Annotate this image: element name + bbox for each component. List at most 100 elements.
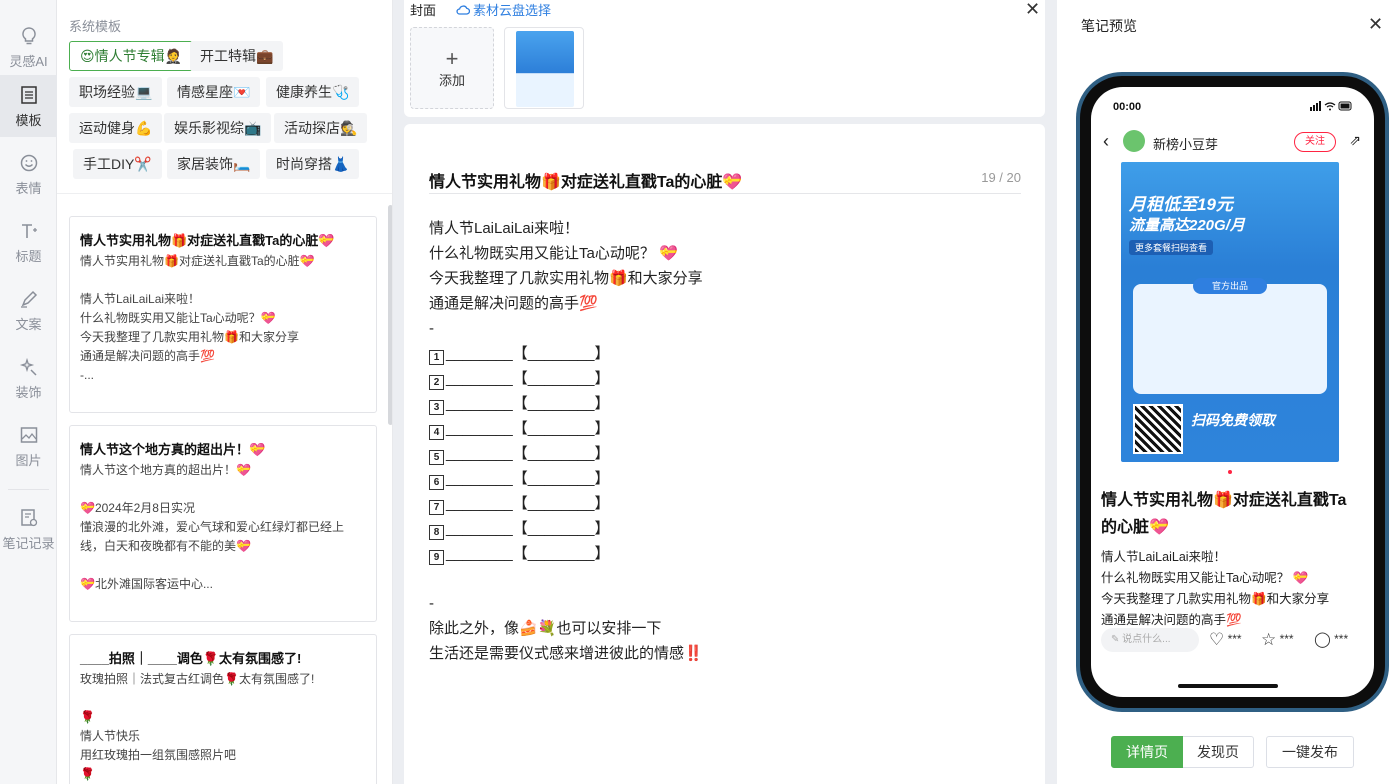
follow-button[interactable]: 关注 bbox=[1294, 132, 1336, 152]
body-line: 什么礼物既实用又能让Ta心动呢？ 💝 bbox=[429, 245, 678, 262]
card-line: -... bbox=[80, 368, 94, 382]
tab-discover-page[interactable]: 发现页 bbox=[1183, 736, 1254, 768]
nav-item-copywriting[interactable]: 文案 bbox=[0, 279, 57, 341]
username: 新榜小豆芽 bbox=[1153, 137, 1219, 152]
body-line bbox=[429, 566, 1021, 591]
tab-detail-page[interactable]: 详情页 bbox=[1111, 736, 1183, 768]
chip-health[interactable]: 健康养生🩺 bbox=[266, 77, 360, 107]
nav-item-decoration[interactable]: 装饰 bbox=[0, 347, 57, 409]
body-line: - bbox=[429, 595, 434, 612]
comment-count: *** bbox=[1334, 632, 1349, 646]
nav-label: 笔记记录 bbox=[2, 535, 55, 551]
list-item: 8 ________【________】 bbox=[429, 516, 1021, 541]
chip-shop-visit[interactable]: 活动探店🕵️ bbox=[274, 113, 368, 143]
signal-icon bbox=[1310, 101, 1352, 111]
interaction-bar: ✎ 说点什么... ♡ *** ☆ *** ◯ *** bbox=[1101, 628, 1363, 654]
list-item-text: ________【________】 bbox=[446, 495, 610, 512]
template-card[interactable]: ____拍照｜____调色🌹太有氛围感了! 玫瑰拍照｜法式复古红调色🌹太有氛围感… bbox=[69, 634, 377, 784]
note-title-input[interactable]: 情人节实用礼物🎁对症送礼直戳Ta的心脏💝 bbox=[429, 168, 742, 192]
phone-mockup: 00:00 ‹ 新榜小豆芽 关注 ⇗ 月租低至19元 流量高达220G/月 更多… bbox=[1076, 72, 1389, 712]
divider bbox=[57, 193, 392, 194]
card-line bbox=[80, 480, 366, 499]
number-keycap: 4 bbox=[429, 425, 444, 440]
list-item-text: ________【________】 bbox=[446, 370, 610, 387]
card-line bbox=[80, 556, 366, 575]
left-nav: 灵感AI 模板 表情 标题 文案 装饰 图片 笔记记录 bbox=[0, 0, 57, 784]
image-scan-text: 扫码免费领取 bbox=[1191, 412, 1275, 428]
share-icon[interactable]: ⇗ bbox=[1349, 132, 1361, 149]
title-divider bbox=[429, 193, 1021, 194]
cover-thumbnail[interactable] bbox=[504, 27, 584, 109]
carousel-dot bbox=[1228, 470, 1232, 474]
nav-label: 标题 bbox=[15, 248, 42, 264]
cloud-drive-link[interactable]: 素材云盘选择 bbox=[456, 0, 551, 19]
collect-button[interactable]: ☆ *** bbox=[1261, 630, 1294, 650]
cloud-link-label: 素材云盘选择 bbox=[473, 3, 552, 18]
image-button-text: 更多套餐扫码查看 bbox=[1129, 240, 1214, 255]
nav-item-note-record[interactable]: 笔记记录 bbox=[0, 498, 57, 560]
number-keycap: 3 bbox=[429, 400, 444, 415]
template-panel: 系统模板 😍情人节专辑🤵 开工特辑💼 职场经验💻 情感星座💌 健康养生🩺 运动健… bbox=[57, 0, 393, 784]
note-body-editor[interactable]: 情人节LaiLaiLai来啦！ 什么礼物既实用又能让Ta心动呢？ 💝 今天我整理… bbox=[429, 216, 1021, 666]
back-arrow-icon[interactable]: ‹ bbox=[1103, 131, 1109, 152]
chip-fashion[interactable]: 时尚穿搭👗 bbox=[266, 149, 360, 179]
status-icons bbox=[1310, 101, 1354, 113]
nav-item-emoji[interactable]: 表情 bbox=[0, 143, 57, 205]
scrollbar[interactable] bbox=[388, 205, 392, 425]
nav-item-title[interactable]: 标题 bbox=[0, 211, 57, 273]
card-line: 情人节LaiLaiLai来啦！ bbox=[80, 292, 201, 306]
nav-item-image[interactable]: 图片 bbox=[0, 415, 57, 477]
note-preview-panel: 笔记预览 ✕ 00:00 ‹ 新榜小豆芽 关注 ⇗ 月租低至19元 流量高达22… bbox=[1057, 0, 1393, 784]
nav-label: 文案 bbox=[15, 316, 42, 332]
image-headline: 月租低至19元 bbox=[1129, 195, 1233, 214]
template-card[interactable]: 情人节实用礼物🎁对症送礼直戳Ta的心脏💝 情人节实用礼物🎁对症送礼直戳Ta的心脏… bbox=[69, 216, 377, 413]
chip-emotion-zodiac[interactable]: 情感星座💌 bbox=[167, 77, 261, 107]
card-line: 通通是解决问题的高手💯 bbox=[80, 349, 215, 363]
card-title: 情人节这个地方真的超出片！💝 bbox=[80, 442, 266, 457]
card-line: 用红玫瑰拍一组氛围感照片吧 bbox=[80, 748, 237, 762]
add-label: 添加 bbox=[438, 72, 465, 88]
chip-diy[interactable]: 手工DIY✂️ bbox=[73, 149, 162, 179]
number-keycap: 9 bbox=[429, 550, 444, 565]
chip-entertainment[interactable]: 娱乐影视综📺 bbox=[164, 113, 272, 143]
list-item: 2 ________【________】 bbox=[429, 366, 1021, 391]
list-item: 3 ________【________】 bbox=[429, 391, 1021, 416]
note-editor: 情人节实用礼物🎁对症送礼直戳Ta的心脏💝 19 / 20 情人节LaiLaiLa… bbox=[404, 124, 1045, 784]
image-headline: 流量高达220G/月 bbox=[1129, 217, 1245, 234]
comment-input[interactable]: ✎ 说点什么... bbox=[1101, 628, 1199, 652]
nav-item-template[interactable]: 模板 bbox=[0, 75, 57, 137]
template-icon bbox=[20, 85, 37, 104]
card-line: 什么礼物既实用又能让Ta心动呢？💝 bbox=[80, 311, 276, 325]
like-button[interactable]: ♡ *** bbox=[1209, 630, 1242, 650]
cover-thumbnail-image bbox=[516, 31, 574, 107]
preview-tabs: 详情页 发现页 bbox=[1111, 736, 1254, 768]
card-line bbox=[80, 689, 366, 708]
number-keycap: 6 bbox=[429, 475, 444, 490]
list-item-text: ________【________】 bbox=[446, 470, 610, 487]
close-icon[interactable]: ✕ bbox=[1025, 0, 1040, 18]
qr-code bbox=[1133, 404, 1183, 454]
chip-fitness[interactable]: 运动健身💪 bbox=[69, 113, 163, 143]
phone-screen: 00:00 ‹ 新榜小豆芽 关注 ⇗ 月租低至19元 流量高达220G/月 更多… bbox=[1091, 87, 1374, 697]
chip-work-start[interactable]: 开工特辑💼 bbox=[190, 41, 284, 71]
comment-button[interactable]: ◯ *** bbox=[1314, 630, 1348, 648]
nav-item-inspiration-ai[interactable]: 灵感AI bbox=[0, 16, 57, 78]
collect-count: *** bbox=[1279, 632, 1294, 646]
card-line bbox=[80, 271, 366, 290]
body-line: 今天我整理了几款实用礼物🎁和大家分享 bbox=[429, 270, 703, 287]
home-indicator bbox=[1178, 684, 1278, 688]
one-click-publish-button[interactable]: 一键发布 bbox=[1266, 736, 1354, 768]
smiley-icon bbox=[20, 154, 37, 171]
close-icon[interactable]: ✕ bbox=[1368, 15, 1383, 33]
body-line: - bbox=[429, 320, 434, 337]
comment-icon: ◯ bbox=[1314, 631, 1331, 648]
number-keycap: 5 bbox=[429, 450, 444, 465]
list-item-text: ________【________】 bbox=[446, 520, 610, 537]
chip-home-decor[interactable]: 家居装饰🛏️ bbox=[167, 149, 261, 179]
card-line: 🌹 bbox=[80, 710, 95, 724]
nav-label: 表情 bbox=[15, 180, 42, 196]
chip-career[interactable]: 职场经验💻 bbox=[69, 77, 163, 107]
chip-valentines[interactable]: 😍情人节专辑🤵 bbox=[69, 41, 194, 71]
add-cover-button[interactable]: + 添加 bbox=[410, 27, 494, 109]
template-card[interactable]: 情人节这个地方真的超出片！💝 情人节这个地方真的超出片！💝 💝2024年2月8日… bbox=[69, 425, 377, 622]
